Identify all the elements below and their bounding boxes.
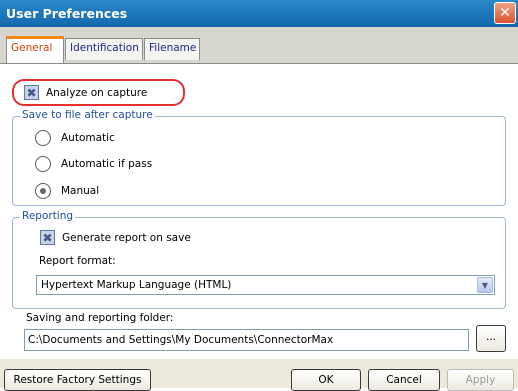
apply-button-label: Apply <box>465 374 496 386</box>
checkmark-icon: ✖ <box>26 85 37 100</box>
report-format-select[interactable]: Hypertext Markup Language (HTML) ▼ <box>36 275 495 295</box>
close-icon: ✕ <box>499 5 511 21</box>
tab-identification[interactable]: Identification <box>65 38 143 60</box>
close-button[interactable]: ✕ <box>494 2 516 24</box>
tab-identification-label: Identification <box>70 42 139 54</box>
folder-label: Saving and reporting folder: <box>26 312 174 324</box>
folder-input-value: C:\Documents and Settings\My Documents\C… <box>28 334 334 346</box>
radio-automatic-if-pass-label: Automatic if pass <box>61 158 153 170</box>
save-to-file-legend: Save to file after capture <box>20 109 155 121</box>
checkmark-icon: ✖ <box>42 230 53 245</box>
radio-manual[interactable] <box>35 183 51 199</box>
tab-general[interactable]: General <box>6 36 64 63</box>
reporting-legend: Reporting <box>20 210 76 222</box>
radio-automatic[interactable] <box>35 130 51 146</box>
tab-strip: General Identification Filename <box>0 27 518 63</box>
chevron-down-icon[interactable]: ▼ <box>477 277 493 293</box>
ok-button-label: OK <box>318 374 334 386</box>
browse-button-label: ... <box>485 331 496 343</box>
title-bar: User Preferences ✕ <box>0 0 518 27</box>
dialog-button-bar: Restore Factory Settings OK Cancel Apply <box>0 359 518 391</box>
radio-automatic-if-pass[interactable] <box>35 156 51 172</box>
analyze-on-capture-checkbox[interactable]: ✖ <box>24 85 39 100</box>
restore-button-label: Restore Factory Settings <box>13 374 142 386</box>
report-format-label: Report format: <box>39 255 116 267</box>
radio-manual-label: Manual <box>61 185 100 197</box>
tab-general-label: General <box>11 42 53 54</box>
radio-automatic-label: Automatic <box>61 132 115 144</box>
report-format-value: Hypertext Markup Language (HTML) <box>41 279 232 291</box>
tab-filename-label: Filename <box>149 42 197 54</box>
folder-input[interactable]: C:\Documents and Settings\My Documents\C… <box>24 329 469 351</box>
cancel-button-label: Cancel <box>386 374 422 386</box>
general-panel: ✖ Analyze on capture Save to file after … <box>0 63 518 359</box>
generate-report-checkbox[interactable]: ✖ <box>40 230 55 245</box>
analyze-on-capture-label: Analyze on capture <box>46 87 148 99</box>
tab-filename[interactable]: Filename <box>144 38 200 60</box>
browse-button[interactable]: ... <box>476 325 506 352</box>
generate-report-label: Generate report on save <box>62 232 191 244</box>
window-title: User Preferences <box>6 6 128 21</box>
